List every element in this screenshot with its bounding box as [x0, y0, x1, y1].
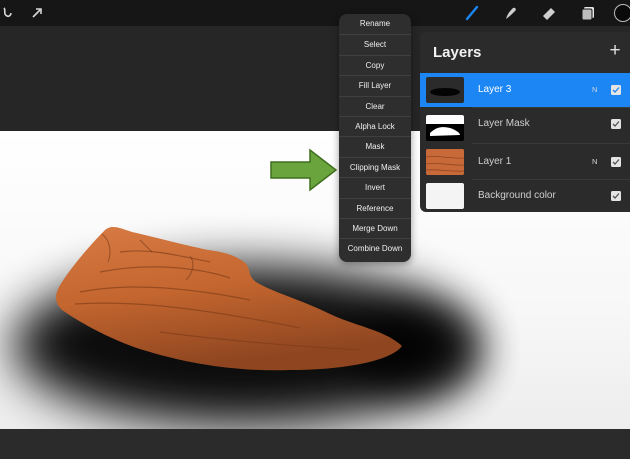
- layer-row-background-color[interactable]: Background color: [420, 179, 630, 213]
- layer-name: Layer Mask: [478, 118, 530, 129]
- menu-item-reference[interactable]: Reference: [339, 197, 411, 218]
- visibility-checkbox[interactable]: [611, 157, 621, 167]
- green-arrow-icon: [270, 148, 338, 192]
- menu-item-fill-layer[interactable]: Fill Layer: [339, 75, 411, 95]
- brush-icon[interactable]: [463, 4, 481, 22]
- layer-row-layer-3[interactable]: Layer 3 N: [420, 73, 630, 107]
- menu-item-select[interactable]: Select: [339, 34, 411, 54]
- menu-item-rename[interactable]: Rename: [339, 14, 411, 34]
- layers-panel: Layers + Layer 3 N Layer Mask Layer 1 N …: [420, 32, 630, 212]
- visibility-checkbox[interactable]: [611, 85, 621, 95]
- layer-thumbnail: [426, 149, 464, 175]
- eraser-icon[interactable]: [540, 4, 558, 22]
- layers-panel-title: Layers: [433, 44, 482, 61]
- color-swatch[interactable]: [614, 4, 630, 22]
- layer-thumbnail: [426, 183, 464, 209]
- layer-name: Background color: [478, 190, 556, 201]
- menu-item-clear[interactable]: Clear: [339, 95, 411, 116]
- checkmark-icon: [612, 87, 620, 93]
- adjustments-wrench-icon[interactable]: [0, 4, 18, 22]
- layer-row-layer-mask[interactable]: Layer Mask: [420, 111, 630, 145]
- layer-name: Layer 3: [478, 84, 512, 95]
- checkmark-icon: [612, 193, 620, 199]
- divider: [472, 143, 630, 144]
- selection-arrow-icon[interactable]: [28, 4, 46, 22]
- visibility-checkbox[interactable]: [611, 119, 621, 129]
- menu-item-mask[interactable]: Mask: [339, 136, 411, 156]
- layer-thumbnail: [426, 77, 464, 103]
- shadow-stroke-thumbnail: [430, 88, 460, 96]
- checkmark-icon: [612, 159, 620, 165]
- smudge-icon[interactable]: [501, 4, 519, 22]
- blend-mode-button[interactable]: N: [592, 73, 597, 107]
- top-toolbar: [0, 0, 630, 26]
- checkmark-icon: [612, 121, 620, 127]
- layers-icon[interactable]: [579, 4, 597, 22]
- menu-item-merge-down[interactable]: Merge Down: [339, 218, 411, 238]
- mask-thumbnail: [426, 115, 464, 136]
- menu-item-invert[interactable]: Invert: [339, 177, 411, 197]
- menu-item-alpha-lock[interactable]: Alpha Lock: [339, 116, 411, 136]
- menu-item-clipping-mask[interactable]: Clipping Mask: [339, 156, 411, 177]
- layer-name: Layer 1: [478, 156, 512, 167]
- canvas-dark-bottom-area[interactable]: [0, 429, 630, 459]
- rock-thumbnail: [426, 149, 464, 175]
- visibility-checkbox[interactable]: [611, 191, 621, 201]
- layer-thumbnail: [426, 115, 464, 141]
- menu-item-combine-down[interactable]: Combine Down: [339, 238, 411, 258]
- add-layer-button[interactable]: +: [606, 40, 624, 61]
- plus-icon: +: [609, 40, 621, 61]
- menu-item-copy[interactable]: Copy: [339, 54, 411, 75]
- layer-row-layer-1[interactable]: Layer 1 N: [420, 145, 630, 179]
- layer-options-menu: Rename Select Copy Fill Layer Clear Alph…: [339, 14, 411, 262]
- blend-mode-button[interactable]: N: [592, 145, 597, 179]
